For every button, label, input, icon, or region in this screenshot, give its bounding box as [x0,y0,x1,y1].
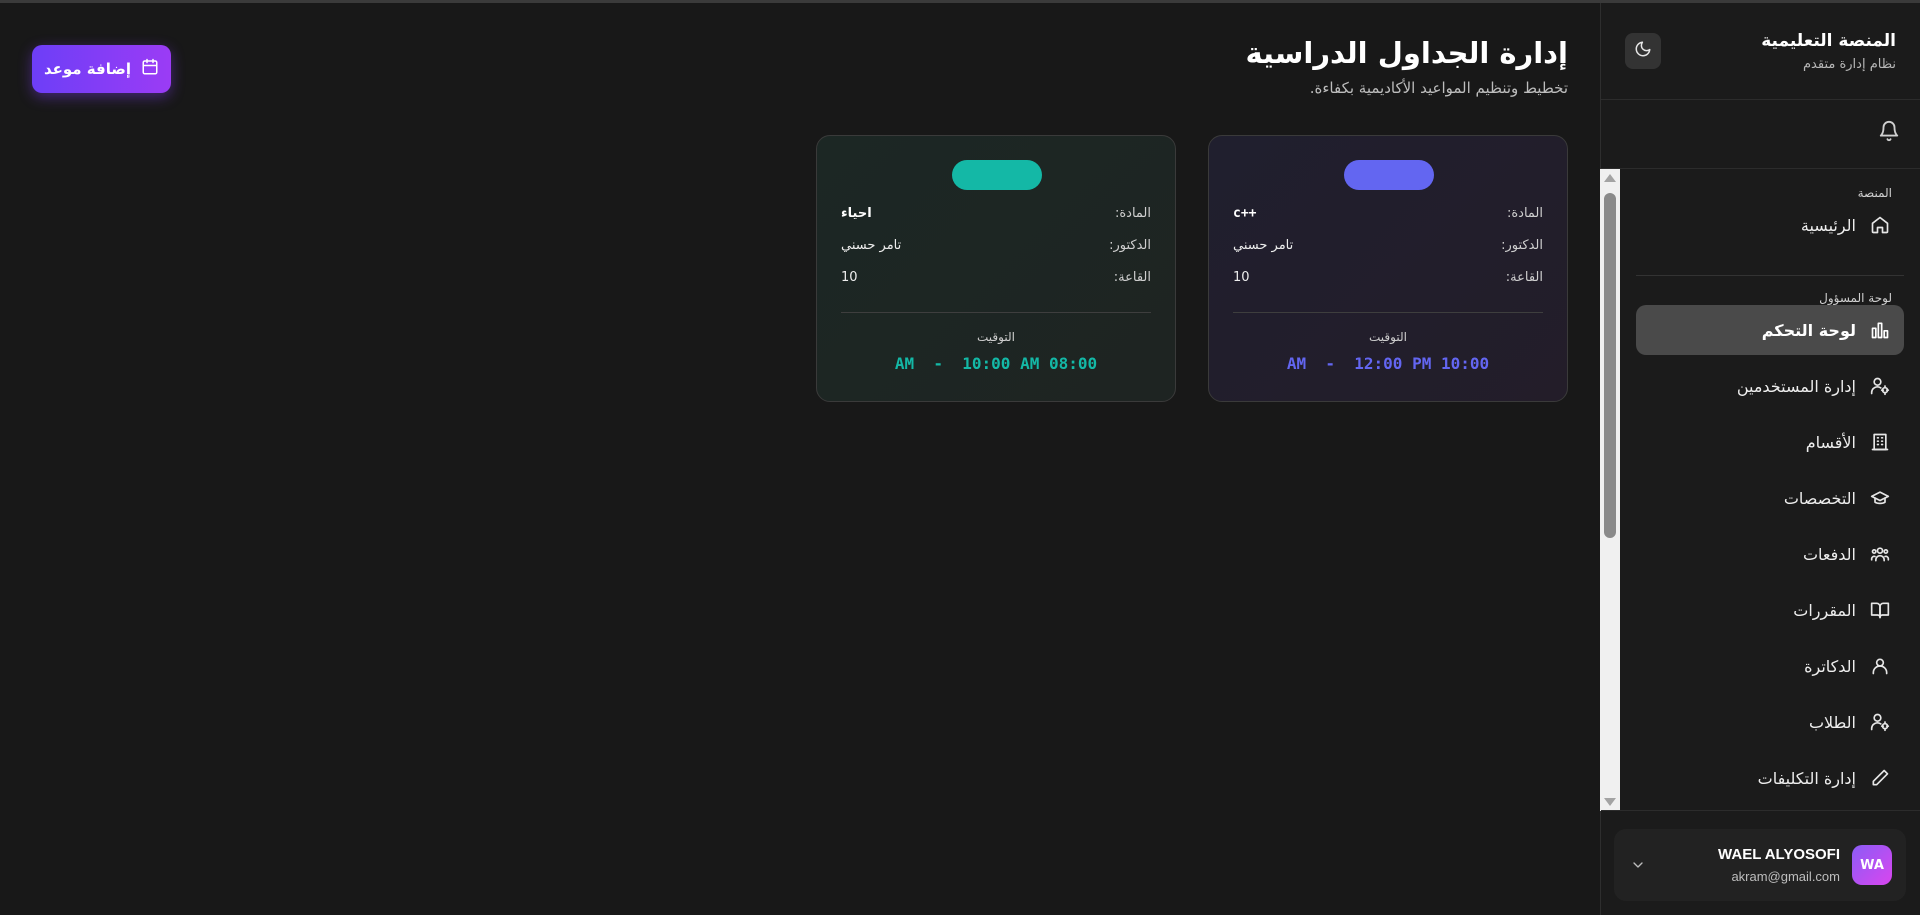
card-badge [952,160,1042,190]
doctor-row: تامر حسني الدكتور: [841,238,1151,253]
bell-icon[interactable] [1876,118,1902,144]
sidebar-item-label: الدكاترة [1804,656,1856,676]
user-info: WAEL ALYOSOFI akram@gmail.com [1660,846,1840,884]
scrollbar[interactable] [1600,169,1620,811]
sidebar-item-students[interactable]: الطلاب [1636,697,1904,747]
sidebar-item-label: الرئيسية [1800,215,1856,235]
section-label-platform: المنصة [1857,186,1892,200]
user-profile-card[interactable]: WA WAEL ALYOSOFI akram@gmail.com [1614,829,1906,901]
subject-value: احياء [841,206,872,221]
sidebar-item-label: الدفعات [1802,544,1856,564]
room-value: 10 [841,270,858,285]
sidebar-item-label: لوحة التحكم [1761,320,1856,340]
brand: المنصة التعليمية نظام إدارة متقدم [1761,31,1896,72]
doctor-value: تامر حسني [1233,238,1294,253]
sidebar-item-users[interactable]: إدارة المستخدمين [1636,361,1904,411]
sidebar-item-doctors[interactable]: الدكاترة [1636,641,1904,691]
user-cog-icon [1868,710,1892,734]
pencil-icon [1868,766,1892,790]
avatar: WA [1852,845,1892,885]
sidebar-item-specializations[interactable]: التخصصات [1636,473,1904,523]
scroll-up-arrow[interactable] [1604,174,1616,182]
chevron-down-icon[interactable] [1628,855,1648,875]
card-divider [841,312,1151,313]
user-icon [1868,654,1892,678]
add-appointment-button[interactable]: إضافة موعد [32,45,171,93]
doctor-value: تامر حسني [841,238,902,253]
add-appointment-label: إضافة موعد [43,60,131,78]
sidebar-divider [1601,810,1920,811]
room-row: 10 القاعة: [1233,270,1543,285]
sidebar-item-assignments[interactable]: إدارة التكليفات [1636,753,1904,803]
subject-row: c++ المادة: [1233,206,1543,221]
schedule-card[interactable]: c++ المادة: تامر حسني الدكتور: 10 القاعة… [1208,135,1568,402]
room-label: القاعة: [1505,270,1543,285]
sidebar-item-batches[interactable]: الدفعات [1636,529,1904,579]
user-cog-icon [1868,374,1892,398]
subject-label: المادة: [1506,206,1543,221]
calendar-icon [141,58,159,80]
room-value: 10 [1233,270,1250,285]
graduation-cap-icon [1868,486,1892,510]
card-divider [1233,312,1543,313]
sidebar: المنصة التعليمية نظام إدارة متقدم المنصة [1600,3,1920,915]
theme-toggle-button[interactable] [1625,33,1661,69]
page-title: إدارة الجداول الدراسية [1245,36,1568,70]
page-subtitle: تخطيط وتنظيم المواعيد الأكاديمية بكفاءة. [1309,79,1568,97]
sidebar-item-label: إدارة التكليفات [1757,768,1856,788]
home-icon [1868,213,1892,237]
sidebar-item-home[interactable]: الرئيسية [1636,200,1904,250]
sidebar-item-label: الأقسام [1805,432,1856,452]
sidebar-divider [1601,99,1920,100]
doctor-row: تامر حسني الدكتور: [1233,238,1543,253]
sidebar-item-label: الطلاب [1808,712,1856,732]
time-label: التوقيت [1369,330,1407,344]
brand-subtitle: نظام إدارة متقدم [1803,57,1896,72]
scroll-down-arrow[interactable] [1604,798,1616,806]
sidebar-item-label: التخصصات [1783,488,1856,508]
sidebar-item-departments[interactable]: الأقسام [1636,417,1904,467]
user-email: akram@gmail.com [1731,869,1840,884]
section-label-admin: لوحة المسؤول [1819,291,1892,305]
sidebar-item-courses[interactable]: المقررات [1636,585,1904,635]
subject-row: احياء المادة: [841,206,1151,221]
nav-divider [1636,275,1904,276]
book-icon [1868,598,1892,622]
bar-chart-icon [1868,318,1892,342]
building-icon [1868,430,1892,454]
sidebar-item-label: إدارة المستخدمين [1736,376,1856,396]
subject-label: المادة: [1114,206,1151,221]
card-badge [1344,160,1434,190]
subject-value: c++ [1233,206,1257,221]
time-value: AM - 10:00 AM 08:00 [894,354,1098,373]
doctor-label: الدكتور: [1109,238,1151,253]
users-group-icon [1868,542,1892,566]
user-name: WAEL ALYOSOFI [1718,846,1840,863]
brand-title: المنصة التعليمية [1761,31,1896,51]
sidebar-item-dashboard[interactable]: لوحة التحكم [1636,305,1904,355]
time-label: التوقيت [977,330,1015,344]
sidebar-item-label: المقررات [1793,600,1856,620]
schedule-card[interactable]: احياء المادة: تامر حسني الدكتور: 10 القا… [816,135,1176,402]
nav-scroll-area[interactable]: المنصة الرئيسية لوحة المسؤول لوحة التحكم [1600,169,1920,811]
room-label: القاعة: [1113,270,1151,285]
room-row: 10 القاعة: [841,270,1151,285]
moon-icon [1634,40,1652,62]
scrollbar-thumb[interactable] [1604,193,1616,538]
doctor-label: الدكتور: [1501,238,1543,253]
time-value: AM - 12:00 PM 10:00 [1286,354,1490,373]
